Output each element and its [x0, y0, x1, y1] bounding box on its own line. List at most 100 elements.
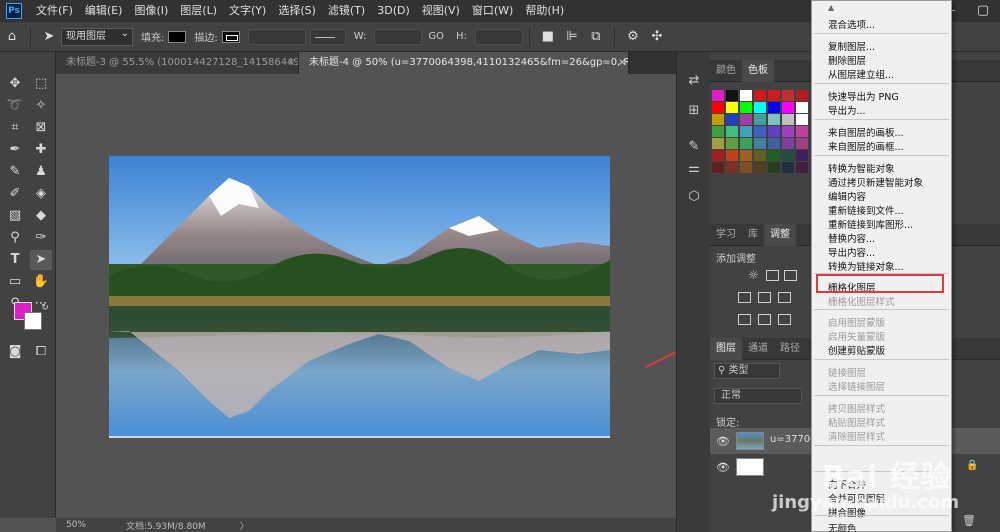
link-icon[interactable]: GO [428, 31, 444, 42]
color-swatch[interactable] [782, 138, 794, 149]
tab-swatches[interactable]: 色板 [742, 59, 774, 82]
home-icon[interactable]: ⌂ [0, 25, 24, 49]
healing-brush-tool-icon[interactable]: ✚ [30, 140, 52, 160]
color-swatch[interactable] [768, 102, 780, 113]
context-menu-item[interactable]: 复制图层... [828, 39, 875, 53]
menu-item[interactable]: 图像(I) [128, 0, 174, 22]
curves-icon[interactable] [784, 270, 797, 281]
color-swatch[interactable] [768, 90, 780, 101]
path-alignment-icon[interactable]: ⊫ [560, 25, 584, 49]
tab-layers[interactable]: 图层 [710, 337, 742, 360]
context-menu-item[interactable]: 重新链接到库图形... [828, 217, 913, 231]
stroke-style-dropdown[interactable] [309, 28, 346, 45]
color-swatch[interactable] [726, 90, 738, 101]
tab-paths[interactable]: 路径 [774, 338, 806, 360]
menu-item[interactable]: 文字(Y) [223, 0, 272, 22]
color-swatch[interactable] [768, 138, 780, 149]
color-swatch[interactable] [712, 150, 724, 161]
frame-tool-icon[interactable]: ⊠ [30, 118, 52, 138]
tab-document-3[interactable]: 未标题-3 @ 55.5% (100014427128_141586449... [56, 52, 299, 74]
align-edges-icon[interactable]: ✣ [645, 25, 669, 49]
swap-colors-icon[interactable]: ↻ [34, 298, 56, 318]
close-icon[interactable]: × [287, 52, 299, 74]
context-menu-item[interactable]: 编辑内容 [828, 189, 866, 203]
trash-icon[interactable]: 🗑 [962, 514, 976, 527]
maximize-button[interactable]: ▢ [966, 0, 1000, 22]
adjust-sliders-icon[interactable]: ⚌ [685, 160, 703, 178]
color-swatch[interactable] [768, 114, 780, 125]
clone-stamp-tool-icon[interactable]: ♟ [30, 162, 52, 182]
crop-tool-icon[interactable]: ⌗ [4, 118, 26, 138]
dodge-tool-icon[interactable]: ⚲ [4, 228, 26, 248]
black-white-icon[interactable] [778, 292, 791, 303]
brightness-icon[interactable]: ☼ [748, 269, 761, 281]
context-menu-item[interactable]: 转换为智能对象 [828, 161, 895, 175]
color-swatch[interactable] [740, 126, 752, 137]
color-swatch[interactable] [740, 102, 752, 113]
context-menu-item[interactable]: 替换内容... [828, 231, 875, 245]
color-swatch[interactable] [754, 138, 766, 149]
magic-wand-tool-icon[interactable]: ✧ [30, 96, 52, 116]
path-select-tool-icon[interactable]: ➤ [37, 25, 61, 49]
color-swatch[interactable] [712, 90, 724, 101]
zoom-level[interactable]: 50% [66, 520, 86, 530]
color-swatch[interactable] [796, 162, 808, 173]
color-swatch[interactable] [712, 102, 724, 113]
color-swatch[interactable] [740, 138, 752, 149]
stroke-swatch[interactable] [221, 30, 240, 43]
color-swatch[interactable] [782, 150, 794, 161]
color-swatch[interactable] [726, 114, 738, 125]
context-menu-item[interactable]: 通过拷贝新建智能对象 [828, 175, 923, 189]
color-swatch[interactable] [726, 102, 738, 113]
brush-tool-icon[interactable]: ✎ [4, 162, 26, 182]
marquee-tool-icon[interactable]: ⬚ [30, 74, 52, 94]
context-menu-item[interactable]: 导出内容... [828, 245, 875, 259]
tab-color[interactable]: 颜色 [710, 60, 742, 82]
eyedropper-tool-icon[interactable]: ✒ [4, 140, 26, 160]
color-swatch[interactable] [796, 90, 808, 101]
color-swatch[interactable] [768, 150, 780, 161]
color-swatch[interactable] [740, 90, 752, 101]
tab-channels[interactable]: 通道 [742, 338, 774, 360]
context-menu-item[interactable]: 重新链接到文件... [828, 203, 904, 217]
layer-select-dropdown[interactable]: 现用图层 [61, 26, 133, 46]
status-menu-arrow[interactable]: 〉 [240, 519, 249, 532]
tab-adjustments[interactable]: 调整 [764, 223, 796, 246]
scroll-up-icon[interactable]: ▲ [828, 3, 834, 12]
color-swatch[interactable] [740, 150, 752, 161]
color-swatch[interactable] [796, 138, 808, 149]
move-tool-icon[interactable]: ✥ [4, 74, 26, 94]
menu-item[interactable]: 滤镜(T) [322, 0, 371, 22]
blur-tool-icon[interactable]: ◆ [30, 206, 52, 226]
color-swatch[interactable] [782, 102, 794, 113]
color-swatch[interactable] [796, 114, 808, 125]
color-swatch[interactable] [754, 150, 766, 161]
path-selection-tool-icon[interactable]: ➤ [30, 250, 52, 270]
color-swatch[interactable] [768, 162, 780, 173]
lasso-tool-icon[interactable]: ➰ [4, 96, 26, 116]
pen-tool-icon[interactable]: ✑ [30, 228, 52, 248]
path-arrangement-icon[interactable]: ⧉ [584, 25, 608, 49]
3d-cube-icon[interactable]: ⬡ [685, 188, 703, 206]
color-swatch[interactable] [726, 138, 738, 149]
fill-swatch[interactable] [168, 30, 187, 43]
color-swatch[interactable] [796, 150, 808, 161]
menu-item[interactable]: 3D(D) [371, 0, 416, 22]
color-swatch[interactable] [712, 138, 724, 149]
menu-item[interactable]: 帮助(H) [519, 0, 570, 22]
properties-icon[interactable]: ⊞ [685, 102, 703, 120]
menu-item[interactable]: 文件(F) [30, 0, 79, 22]
context-menu-item[interactable]: 快速导出为 PNG [828, 89, 899, 103]
color-swatch[interactable] [782, 90, 794, 101]
history-icon[interactable]: ⇄ [685, 72, 703, 90]
color-swatch[interactable] [712, 162, 724, 173]
color-swatch[interactable] [712, 114, 724, 125]
color-swatch[interactable] [782, 126, 794, 137]
eraser-tool-icon[interactable]: ◈ [30, 184, 52, 204]
color-swatch[interactable] [726, 162, 738, 173]
tab-document-4[interactable]: 未标题-4 @ 50% (u=3770064398,4110132465&fm=… [299, 52, 629, 74]
rectangle-tool-icon[interactable]: ▭ [4, 272, 26, 292]
screen-mode-icon[interactable]: ⧠ [30, 342, 52, 362]
quick-mask-icon[interactable]: ◙ [4, 342, 26, 362]
canvas-area[interactable] [56, 74, 807, 518]
